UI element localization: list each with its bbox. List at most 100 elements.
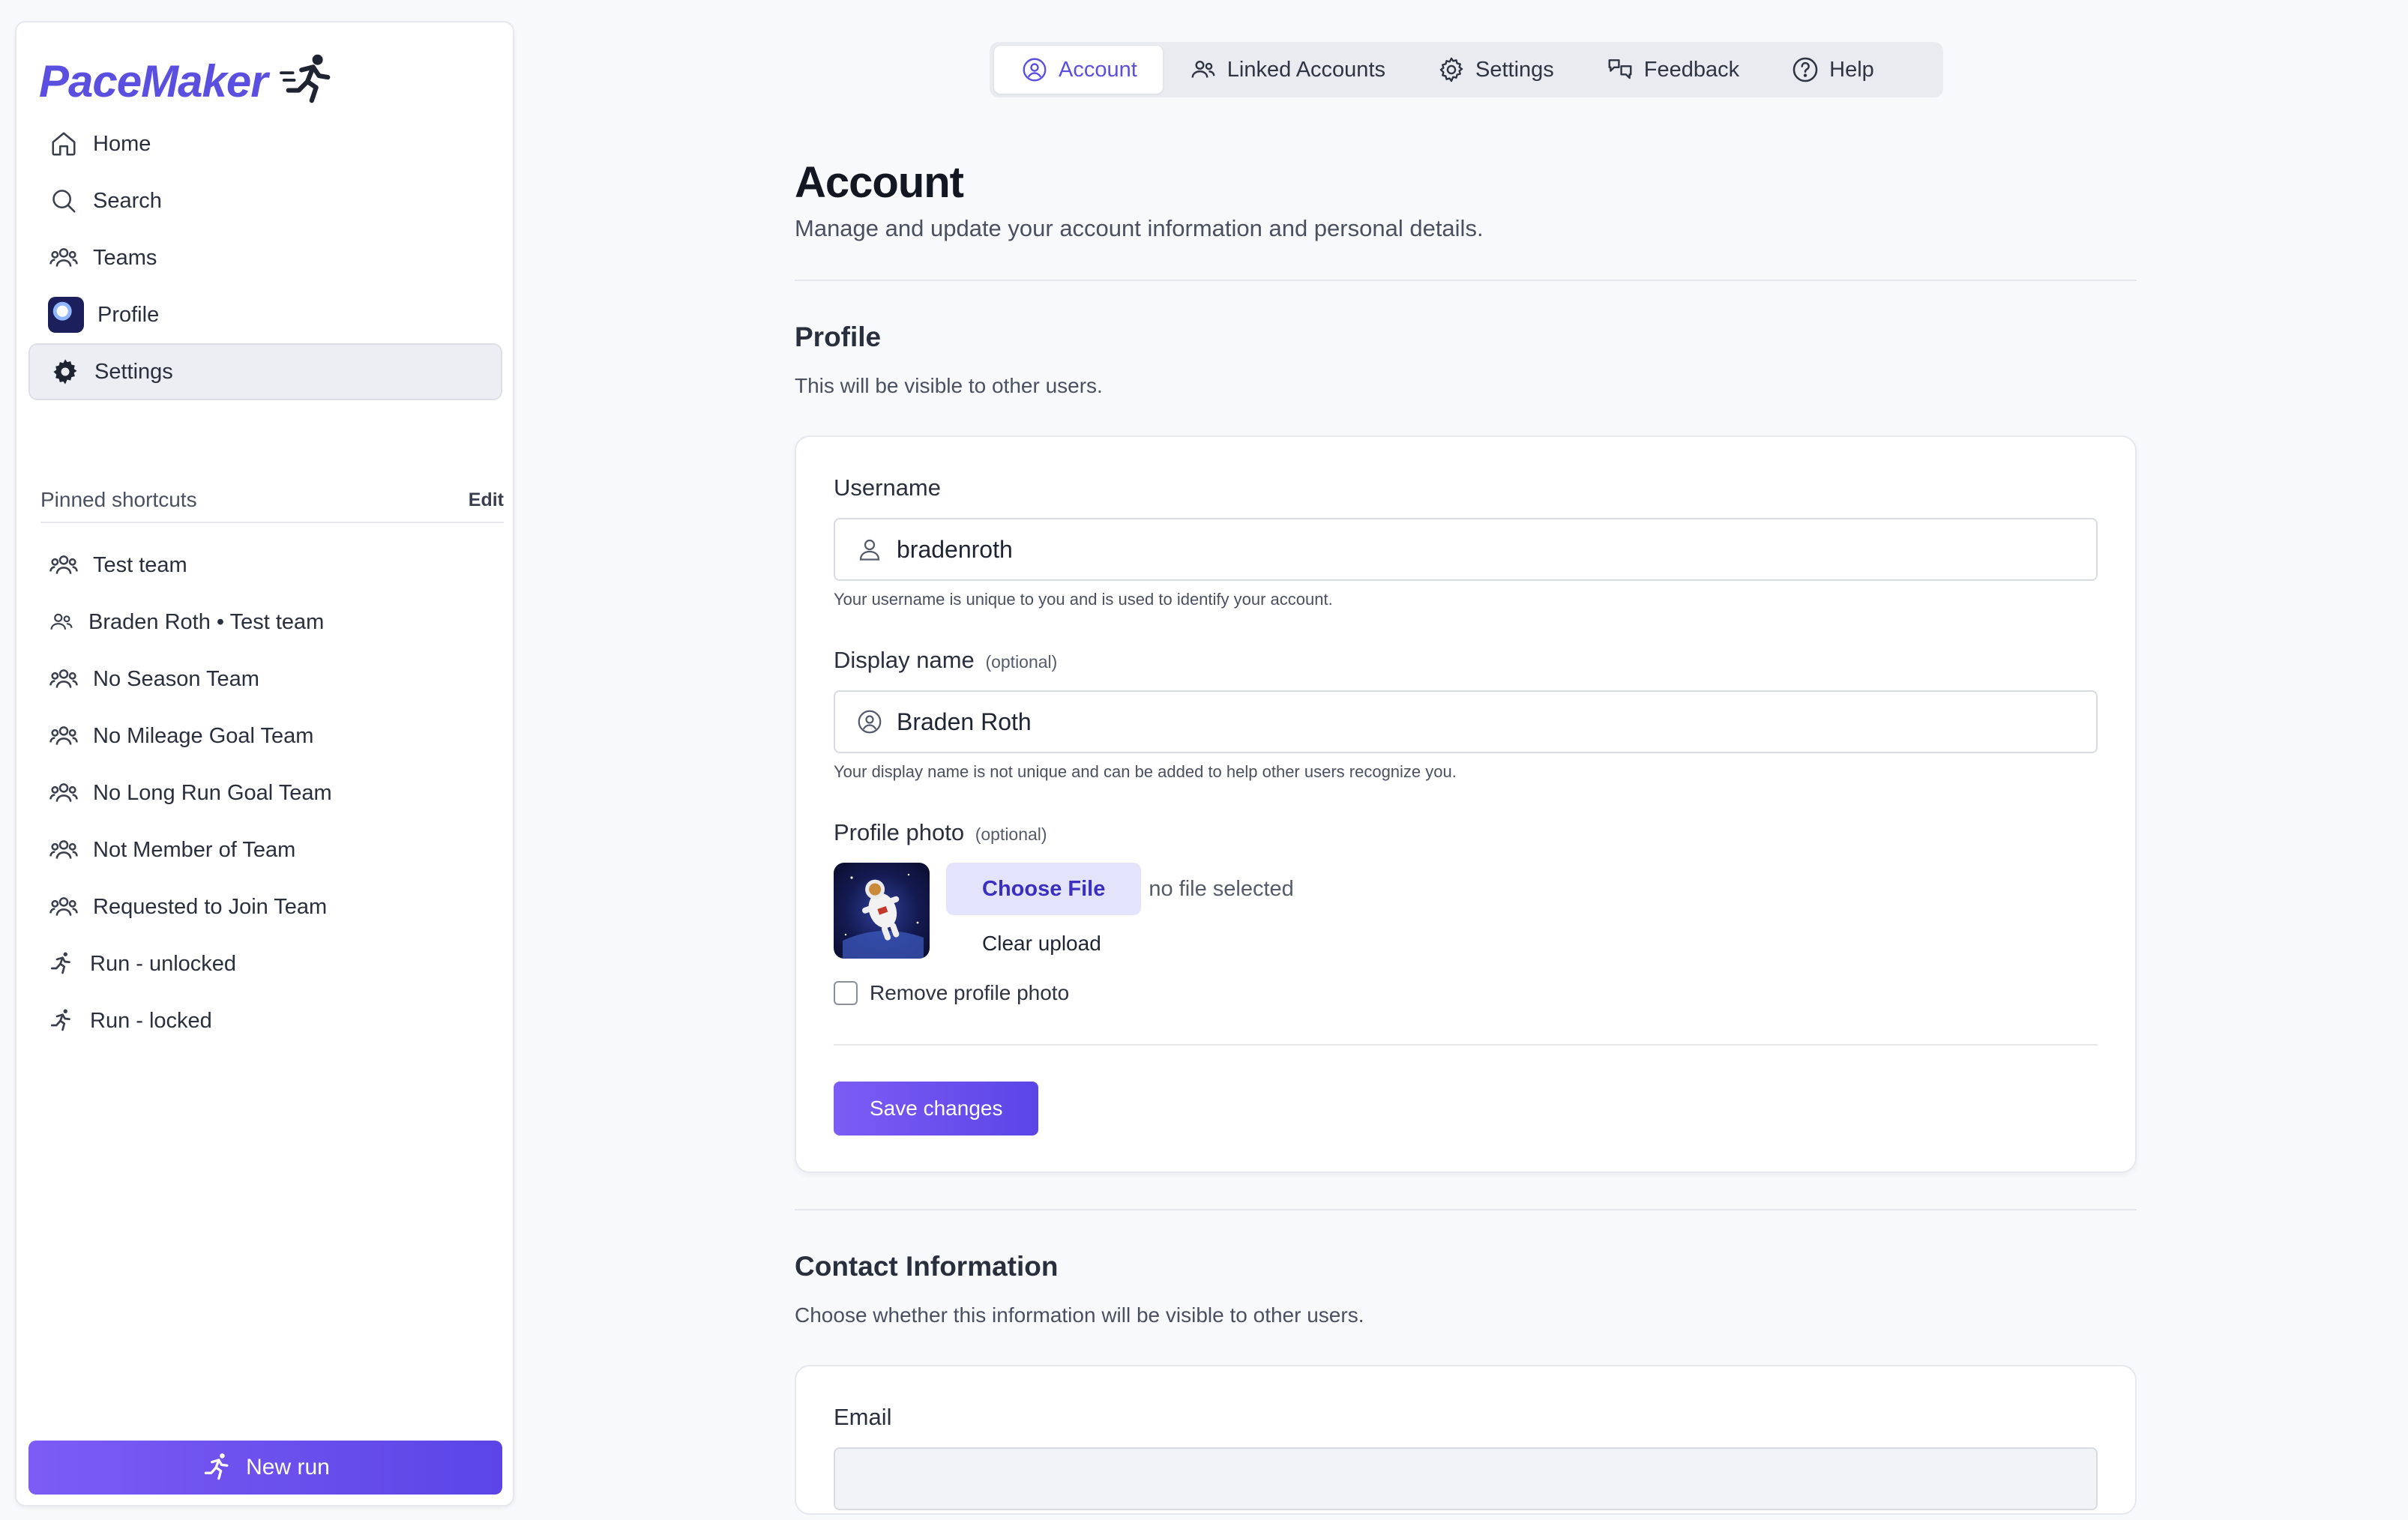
pinned-item-label: No Mileage Goal Team	[93, 723, 314, 748]
remove-photo-label[interactable]: Remove profile photo	[870, 981, 1069, 1005]
sidebar-item-profile[interactable]: Profile	[28, 286, 502, 343]
feedback-icon	[1605, 55, 1635, 85]
username-hint: Your username is unique to you and is us…	[834, 590, 1333, 609]
display-name-label-text: Display name	[834, 647, 975, 673]
profile-section-description: This will be visible to other users.	[795, 374, 1103, 397]
pinned-item-label: No Long Run Goal Team	[93, 780, 332, 805]
pinned-item[interactable]: Requested to Join Team	[28, 878, 502, 935]
sidebar: PaceMaker Home Search Teams Profile Sett…	[15, 21, 514, 1507]
user-circle-icon	[855, 707, 885, 737]
profile-section-title: Profile	[795, 322, 882, 352]
pinned-item-label: Run - locked	[90, 1008, 212, 1033]
pinned-item[interactable]: Run - unlocked	[28, 935, 502, 992]
runner-logo-icon	[280, 54, 331, 103]
remove-photo-checkbox[interactable]	[834, 981, 858, 1005]
logo[interactable]: PaceMaker	[39, 48, 354, 123]
username-value: bradenroth	[897, 535, 1013, 563]
file-input: Choose File no file selected	[946, 863, 1294, 915]
sidebar-item-teams[interactable]: Teams	[28, 229, 502, 286]
profile-photo-label-text: Profile photo	[834, 819, 965, 845]
page-subtitle: Manage and update your account informati…	[795, 215, 1484, 241]
tab-linked-accounts[interactable]: Linked Accounts	[1163, 46, 1411, 94]
gear-icon	[1436, 55, 1466, 85]
search-icon	[48, 185, 79, 217]
pinned-item[interactable]: Not Member of Team	[28, 821, 502, 878]
pinned-item[interactable]: Test team	[28, 537, 502, 594]
page-title: Account	[795, 158, 964, 207]
contact-section-title: Contact Information	[795, 1251, 1059, 1282]
users-icon	[48, 720, 79, 752]
users-icon	[48, 891, 79, 923]
pinned-item[interactable]: Run - locked	[28, 992, 502, 1049]
sidebar-item-label: Settings	[94, 359, 173, 384]
sidebar-item-label: Teams	[93, 245, 157, 270]
pinned-item-label: Not Member of Team	[93, 837, 296, 862]
tab-settings[interactable]: Settings	[1411, 46, 1580, 94]
profile-card: Username bradenroth Your username is uni…	[795, 435, 2137, 1173]
help-icon	[1790, 55, 1820, 85]
sidebar-item-home[interactable]: Home	[28, 115, 502, 172]
photo-actions: Choose File no file selected Clear uploa…	[946, 863, 1294, 959]
choose-file-button[interactable]: Choose File	[946, 863, 1142, 915]
pinned-item[interactable]: No Season Team	[28, 651, 502, 708]
tab-label: Linked Accounts	[1226, 57, 1385, 82]
pinned-item-label: Braden Roth • Test team	[88, 609, 325, 634]
users-icon	[48, 777, 79, 809]
display-name-value: Braden Roth	[897, 708, 1032, 735]
divider	[795, 280, 2137, 281]
pinned-item[interactable]: No Mileage Goal Team	[28, 708, 502, 764]
username-label: Username	[834, 474, 941, 501]
profile-photo-preview	[834, 863, 930, 959]
sidebar-item-label: Home	[93, 131, 151, 156]
user-icon	[855, 534, 885, 564]
tab-label: Help	[1829, 57, 1874, 82]
gear-icon	[49, 356, 81, 387]
sidebar-item-label: Search	[93, 188, 162, 213]
tab-label: Settings	[1475, 57, 1554, 82]
main-content: Account Manage and update your account i…	[795, 157, 2137, 1515]
pinned-shortcuts-list: Test team Braden Roth • Test team No Sea…	[28, 537, 502, 1049]
email-field[interactable]	[834, 1447, 2098, 1510]
username-field[interactable]: bradenroth	[834, 518, 2098, 581]
tab-help[interactable]: Help	[1765, 46, 1900, 94]
astronaut-image	[843, 873, 924, 959]
users-icon	[48, 549, 79, 581]
no-file-text: no file selected	[1149, 876, 1294, 901]
new-run-button[interactable]: New run	[28, 1441, 502, 1495]
tab-label: Account	[1059, 57, 1137, 82]
remove-photo-row[interactable]: Remove profile photo	[834, 981, 2098, 1005]
contact-section-description: Choose whether this information will be …	[795, 1303, 1364, 1327]
users-icon	[48, 663, 79, 695]
sidebar-nav: Home Search Teams Profile Settings	[28, 115, 502, 400]
logo-text: PaceMaker	[39, 56, 268, 106]
sidebar-item-search[interactable]: Search	[28, 172, 502, 229]
optional-tag: (optional)	[985, 652, 1058, 672]
profile-photo-label: Profile photo (optional)	[834, 819, 2098, 846]
clear-upload-button[interactable]: Clear upload	[982, 932, 1101, 956]
users-icon	[48, 834, 79, 866]
runner-icon	[204, 1453, 229, 1480]
display-name-hint: Your display name is not unique and can …	[834, 762, 1457, 781]
settings-tabs: Account Linked Accounts Settings Feedbac…	[990, 42, 1943, 97]
users-icon	[48, 606, 75, 638]
optional-tag: (optional)	[975, 824, 1047, 844]
profile-photo-row: Choose File no file selected Clear uploa…	[834, 863, 2098, 959]
pinned-shortcuts-header: Pinned shortcuts Edit	[40, 478, 504, 523]
tab-feedback[interactable]: Feedback	[1580, 46, 1765, 94]
pinned-item-label: No Season Team	[93, 666, 259, 691]
sidebar-item-settings[interactable]: Settings	[28, 343, 502, 400]
display-name-field[interactable]: Braden Roth	[834, 690, 2098, 753]
divider	[834, 1044, 2098, 1046]
divider	[795, 1209, 2137, 1210]
home-icon	[48, 128, 79, 160]
pinned-item[interactable]: No Long Run Goal Team	[28, 764, 502, 821]
user-circle-icon	[1020, 55, 1050, 85]
pinned-item-label: Test team	[93, 552, 187, 577]
avatar	[48, 297, 84, 333]
edit-pinned-button[interactable]: Edit	[469, 489, 504, 511]
tab-account[interactable]: Account	[994, 46, 1163, 94]
tab-label: Feedback	[1643, 57, 1740, 82]
pinned-item[interactable]: Braden Roth • Test team	[28, 594, 502, 651]
save-changes-button[interactable]: Save changes	[834, 1082, 1039, 1136]
app-root: PaceMaker Home Search Teams Profile Sett…	[0, 0, 2408, 1520]
